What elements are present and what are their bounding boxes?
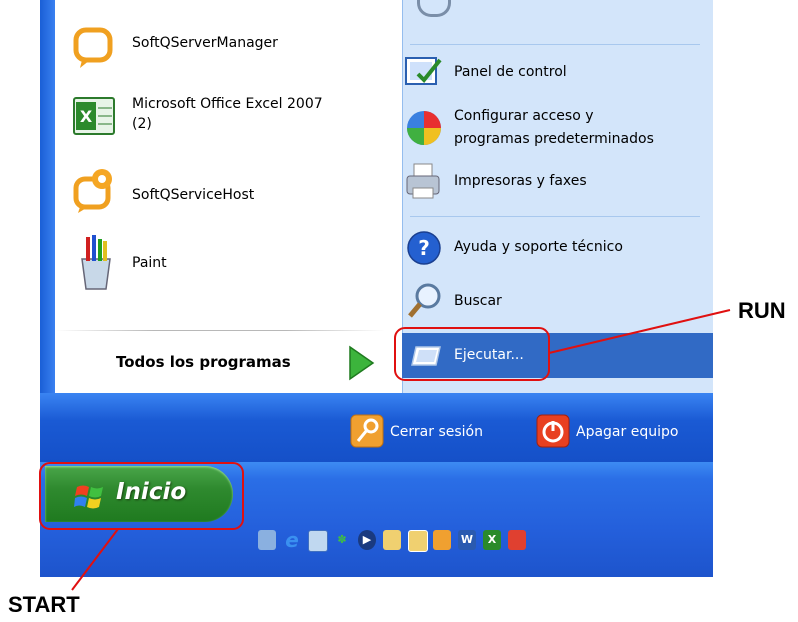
run-highlight-box	[394, 327, 550, 381]
start-annotation-line	[71, 528, 119, 591]
start-highlight-box	[39, 462, 244, 530]
run-annotation-line	[548, 309, 731, 354]
start-annotation-label: START	[8, 592, 80, 617]
annotation-overlay	[39, 309, 731, 591]
run-annotation-label: RUN	[738, 298, 786, 323]
